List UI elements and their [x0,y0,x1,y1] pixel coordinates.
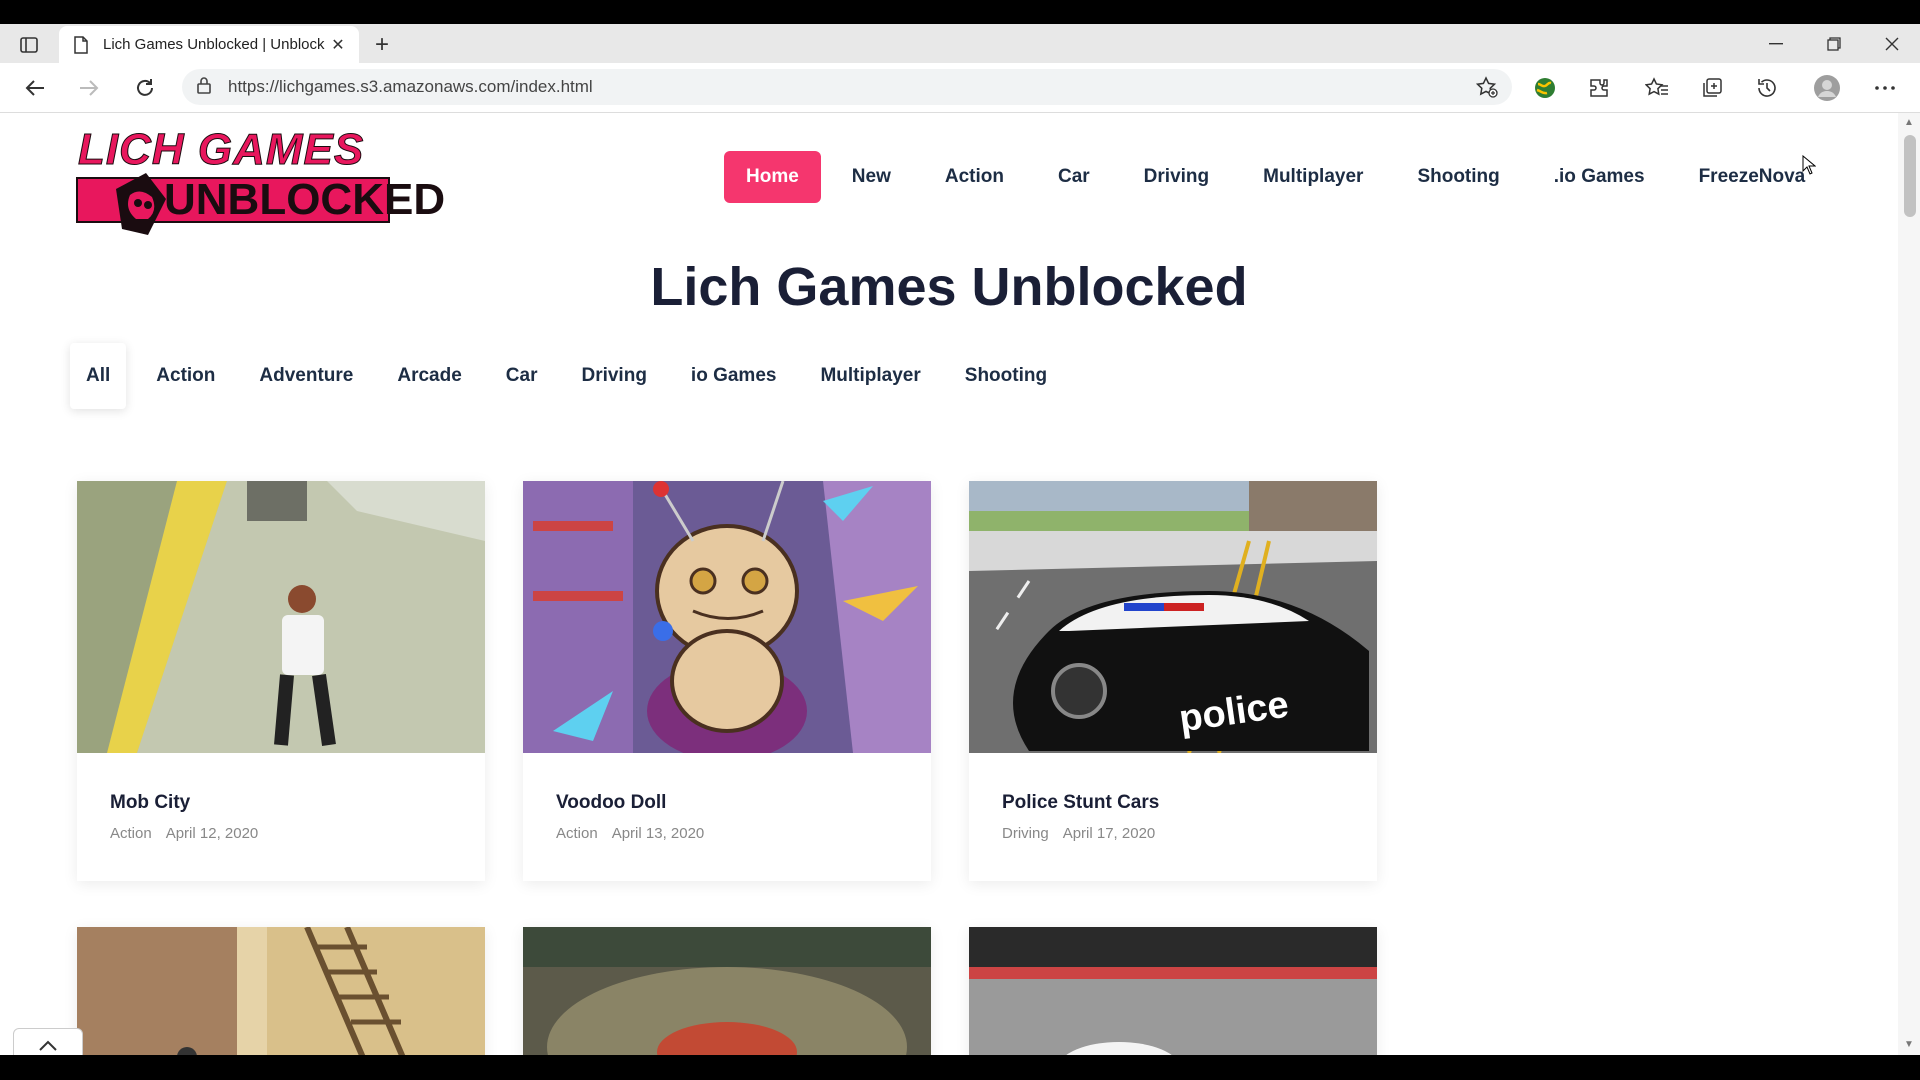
category-filters: All Action Adventure Arcade Car Driving … [70,343,1069,409]
extension-globe-icon[interactable] [1530,73,1560,103]
minimize-icon[interactable] [1748,24,1804,63]
close-tab-icon[interactable]: ✕ [327,34,349,56]
refresh-icon[interactable] [130,73,160,103]
scroll-up-icon[interactable]: ▲ [1903,117,1915,129]
game-date: April 17, 2020 [1062,825,1156,842]
close-window-icon[interactable] [1864,24,1920,63]
add-favorite-icon[interactable] [1475,76,1498,103]
nav-multiplayer[interactable]: Multiplayer [1236,151,1390,203]
url-text[interactable]: https://lichgames.s3.amazonaws.com/index… [228,77,593,97]
screen-top-border [0,0,1920,24]
filter-adventure[interactable]: Adventure [237,343,375,409]
game-category[interactable]: Action [556,825,598,842]
game-date: April 12, 2020 [165,825,259,842]
filter-io-games[interactable]: io Games [669,343,799,409]
skull-icon [116,173,166,235]
page-viewport: LICH GAMES UNBLOCKED Home New Action Car… [0,113,1920,1055]
lock-icon[interactable] [196,76,212,99]
game-card-row2-1[interactable] [77,927,485,1055]
filter-all[interactable]: All [70,343,127,409]
nav-car[interactable]: Car [1031,151,1117,203]
scroll-down-icon[interactable]: ▼ [1903,1039,1915,1051]
game-category[interactable]: Action [110,825,152,842]
game-title[interactable]: Voodoo Doll [556,792,666,814]
game-card-row2-3[interactable] [969,927,1377,1055]
game-card-police-stunt-cars[interactable]: police Police Stunt Cars Driving April 17… [969,481,1377,881]
profile-avatar-icon[interactable] [1812,73,1842,103]
browser-tab-strip: Lich Games Unblocked | Unblock ✕ + [0,24,1920,63]
game-thumbnail[interactable] [77,927,485,1055]
nav-home[interactable]: Home [724,151,821,203]
game-thumbnail[interactable]: police [969,481,1377,753]
game-thumbnail[interactable] [969,927,1377,1055]
game-thumbnail[interactable] [523,927,931,1055]
back-to-top-button[interactable] [13,1028,83,1055]
game-title[interactable]: Police Stunt Cars [1002,792,1159,814]
browser-tab-active[interactable]: Lich Games Unblocked | Unblock ✕ [59,26,359,63]
filter-car[interactable]: Car [484,343,560,409]
nav-shooting[interactable]: Shooting [1390,151,1526,203]
nav-io-games[interactable]: .io Games [1527,151,1672,203]
browser-toolbar: https://lichgames.s3.amazonaws.com/index… [0,63,1920,113]
back-icon[interactable] [20,73,50,103]
game-meta: Action April 12, 2020 [110,825,258,842]
game-title[interactable]: Mob City [110,792,190,814]
site-logo[interactable]: LICH GAMES UNBLOCKED [76,125,445,235]
filter-action[interactable]: Action [134,343,237,409]
game-meta: Driving April 17, 2020 [1002,825,1155,842]
favorites-icon[interactable] [1642,73,1672,103]
address-bar[interactable]: https://lichgames.s3.amazonaws.com/index… [182,69,1512,105]
nav-driving[interactable]: Driving [1117,151,1236,203]
scrollbar-thumb[interactable] [1904,135,1916,217]
filter-multiplayer[interactable]: Multiplayer [798,343,942,409]
collections-icon[interactable] [1697,73,1727,103]
restore-icon[interactable] [1806,24,1862,63]
logo-line2: UNBLOCKED [164,175,446,224]
game-card-row2-2[interactable] [523,927,931,1055]
game-category[interactable]: Driving [1002,825,1049,842]
screen-bottom-border [0,1055,1920,1080]
game-card-voodoo-doll[interactable]: Voodoo Doll Action April 13, 2020 [523,481,931,881]
game-meta: Action April 13, 2020 [556,825,704,842]
page-scrollbar[interactable]: ▲ ▼ [1898,113,1920,1055]
forward-icon[interactable] [74,73,104,103]
filter-shooting[interactable]: Shooting [943,343,1069,409]
game-thumbnail[interactable] [523,481,931,753]
extensions-icon[interactable] [1584,73,1614,103]
game-card-mob-city[interactable]: Mob City Action April 12, 2020 [77,481,485,881]
nav-new[interactable]: New [825,151,918,203]
new-tab-button[interactable]: + [369,31,395,58]
history-icon[interactable] [1752,73,1782,103]
game-date: April 13, 2020 [611,825,705,842]
page-icon [73,35,91,54]
filter-driving[interactable]: Driving [559,343,668,409]
page-title: Lich Games Unblocked [650,257,1248,317]
main-nav: Home New Action Car Driving Multiplayer … [724,151,1832,203]
settings-more-icon[interactable] [1870,73,1900,103]
mouse-cursor-icon [1802,154,1817,180]
tab-title: Lich Games Unblocked | Unblock [103,36,325,53]
game-thumbnail[interactable] [77,481,485,753]
tab-actions-icon[interactable] [16,32,42,58]
filter-arcade[interactable]: Arcade [375,343,483,409]
nav-action[interactable]: Action [918,151,1031,203]
logo-line1: LICH GAMES [77,125,365,175]
